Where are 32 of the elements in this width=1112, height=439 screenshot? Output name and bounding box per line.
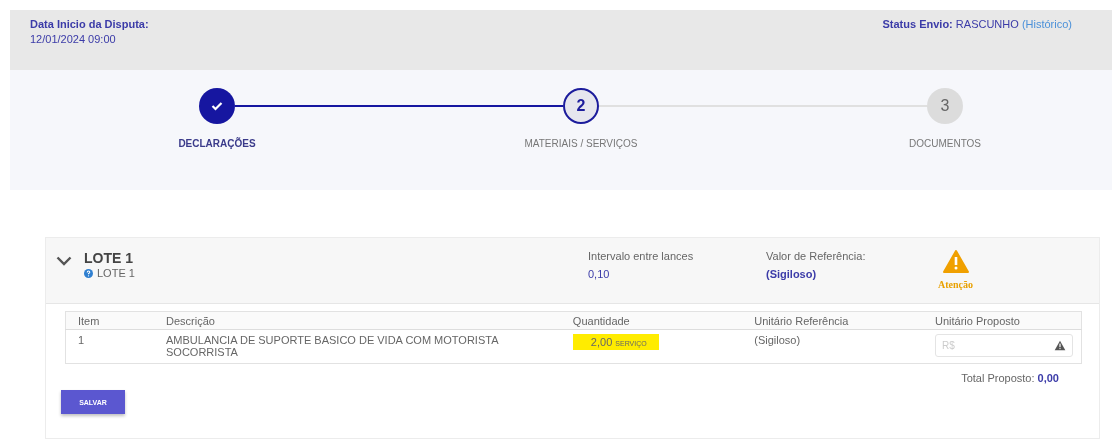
lot-subtitle: LOTE 1 bbox=[97, 267, 135, 279]
step-circle[interactable] bbox=[199, 88, 235, 124]
reference-label: Valor de Referência: bbox=[766, 250, 867, 262]
chevron-down-icon[interactable] bbox=[56, 256, 72, 266]
column-header: Quantidade bbox=[560, 311, 743, 330]
start-date-value: 12/01/2024 09:00 bbox=[30, 33, 117, 45]
table-cell: (Sigiloso) bbox=[742, 329, 923, 364]
column-header: Descrição bbox=[154, 311, 561, 330]
reference-value: (Sigiloso) bbox=[766, 268, 818, 280]
interval-value: 0,10 bbox=[588, 268, 611, 280]
step-label: DOCUMENTOS bbox=[908, 138, 981, 149]
column-header: Item bbox=[65, 311, 154, 330]
table-cell: AMBULANCIA DE SUPORTE BASICO DE VIDA COM MOTORISTA SOCORRISTA bbox=[154, 329, 561, 364]
step-label: MATERIAIS / SERVIÇOS bbox=[524, 138, 638, 149]
lot-title: LOTE 1 bbox=[84, 250, 134, 266]
step-circle[interactable]: 3 bbox=[927, 88, 963, 124]
step-label: DECLARAÇÕES bbox=[178, 138, 256, 149]
table-cell: 1 bbox=[65, 329, 154, 364]
warning-icon bbox=[942, 250, 969, 273]
total-value: 0,00 bbox=[1037, 372, 1059, 384]
column-header: Unitário Referência bbox=[742, 311, 923, 330]
warning-icon bbox=[1054, 340, 1066, 351]
status-value: RASCUNHO bbox=[955, 18, 1019, 30]
column-header: Unitário Proposto bbox=[923, 311, 1082, 330]
interval-label: Intervalo entre lances bbox=[588, 250, 695, 262]
status-label: Status Envio: bbox=[882, 18, 953, 30]
step-circle[interactable]: 2 bbox=[563, 88, 599, 124]
warning-label: Atenção bbox=[938, 279, 973, 290]
start-date-label: Data Inicio da Disputa: bbox=[30, 18, 149, 30]
total-label: Total Proposto: bbox=[961, 372, 1035, 384]
check-icon bbox=[211, 101, 223, 111]
help-icon[interactable] bbox=[84, 268, 93, 278]
